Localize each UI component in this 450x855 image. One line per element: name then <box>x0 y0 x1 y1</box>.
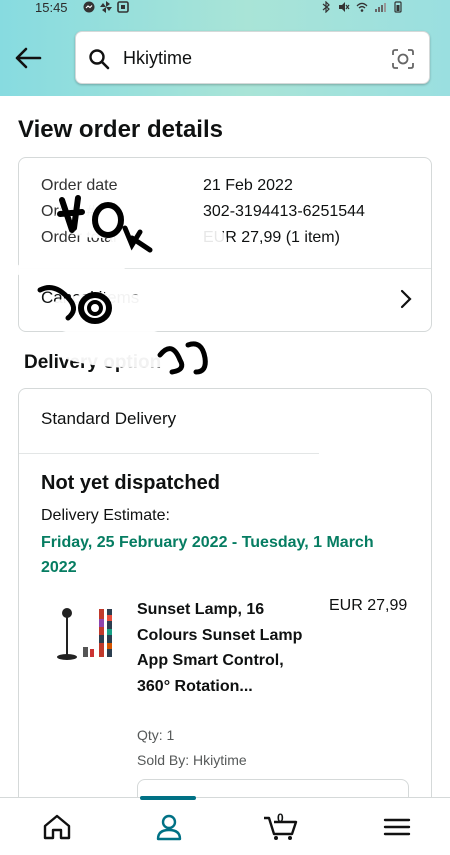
delivery-card: Standard Delivery Not yet dispatched Del… <box>18 388 432 855</box>
app-header: 15:45 Hkiytime <box>0 0 450 96</box>
pinwheel-icon <box>100 1 112 13</box>
dispatch-status: Not yet dispatched <box>41 472 220 494</box>
wifi-icon <box>356 2 368 12</box>
delivery-estimate-label: Delivery Estimate: <box>41 507 170 524</box>
product-image[interactable] <box>51 607 131 669</box>
delivery-estimate-dates: Friday, 25 February 2022 - Tuesday, 1 Ma… <box>41 534 374 576</box>
cancel-items-label: Cancel items <box>41 288 140 307</box>
menu-icon[interactable] <box>380 812 414 842</box>
order-summary-card: Order date 21 Feb 2022 Order # 302-31944… <box>18 157 432 332</box>
bluetooth-icon <box>322 1 330 13</box>
product-seller: Sold By: Hkiytime <box>137 752 247 768</box>
home-icon[interactable] <box>40 812 74 842</box>
delivery-section-title: Delivery option <box>24 352 162 373</box>
order-date-label: Order date <box>41 177 118 194</box>
active-tab-indicator <box>140 796 196 800</box>
battery-icon <box>394 1 402 13</box>
product-title-link[interactable]: Sunset Lamp, 16 Colours Sunset Lamp App … <box>137 597 317 699</box>
search-input[interactable]: Hkiytime <box>123 48 192 69</box>
camera-scan-icon[interactable] <box>391 48 415 70</box>
page-title: View order details <box>18 116 223 143</box>
order-total-value: EUR 27,99 (1 item) <box>203 229 340 246</box>
gallery-icon <box>117 1 129 13</box>
bottom-navigation: 0 <box>0 796 450 855</box>
cancel-items-row[interactable]: Cancel items <box>19 268 431 332</box>
divider <box>19 453 319 454</box>
order-number-label: Order # <box>41 203 96 220</box>
account-icon[interactable] <box>152 812 186 842</box>
product-price: EUR 27,99 <box>329 597 408 614</box>
search-icon <box>89 49 110 70</box>
chevron-right-icon <box>400 289 412 309</box>
search-bar[interactable]: Hkiytime <box>75 31 430 84</box>
messenger-icon <box>83 1 95 13</box>
order-total-label: Order total <box>41 229 117 246</box>
order-number-value: 302-3194413-6251544 <box>203 203 365 220</box>
cart-count-badge: 0 <box>277 811 284 825</box>
order-date-value: 21 Feb 2022 <box>203 177 293 194</box>
mute-icon <box>339 2 350 12</box>
back-arrow-icon[interactable] <box>12 44 44 72</box>
status-bar: 15:45 <box>0 0 450 18</box>
product-quantity: Qty: 1 <box>137 727 175 743</box>
cart-button[interactable]: 0 <box>262 811 302 842</box>
signal-icon <box>375 3 386 12</box>
delivery-option: Standard Delivery <box>41 409 177 428</box>
status-time: 15:45 <box>35 0 68 15</box>
